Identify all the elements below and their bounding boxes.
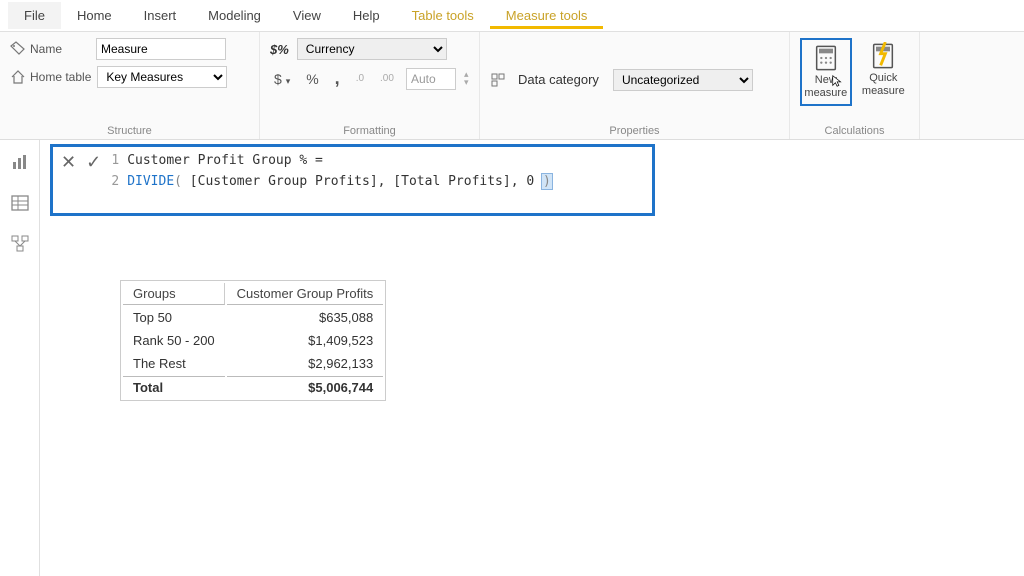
new-measure-button[interactable]: New measure <box>800 38 852 106</box>
tab-home[interactable]: Home <box>61 2 128 29</box>
report-view-icon[interactable] <box>10 152 30 175</box>
cursor-icon <box>831 74 845 88</box>
model-view-icon[interactable] <box>10 234 30 257</box>
ribbon-tab-strip: File Home Insert Modeling View Help Tabl… <box>0 0 1024 32</box>
table-row[interactable]: Top 50$635,088 <box>123 307 383 328</box>
format-select[interactable]: Currency <box>297 38 447 60</box>
home-icon <box>10 69 26 85</box>
name-input[interactable] <box>96 38 226 60</box>
table-total-row: Total$5,006,744 <box>123 376 383 398</box>
decimal-decrease-button[interactable]: .0 <box>352 71 368 86</box>
format-prefix-label: $% <box>270 42 289 57</box>
comma-button[interactable]: , <box>331 66 344 91</box>
cell-value: $635,088 <box>227 307 384 328</box>
home-table-label: Home table <box>10 69 91 85</box>
home-table-select[interactable]: Key Measures <box>97 66 227 88</box>
decimal-places-input[interactable] <box>406 68 456 90</box>
total-value: $5,006,744 <box>227 376 384 398</box>
group-formatting-label: Formatting <box>270 121 469 137</box>
formula-line-2: DIVIDE( [Customer Group Profits], [Total… <box>127 172 552 193</box>
formula-cancel-button[interactable]: ✕ <box>61 153 76 171</box>
name-label: Name <box>10 41 90 57</box>
cell-value: $2,962,133 <box>227 353 384 374</box>
tab-file[interactable]: File <box>8 2 61 29</box>
tab-view[interactable]: View <box>277 2 337 29</box>
result-table[interactable]: Groups Customer Group Profits Top 50$635… <box>120 280 386 401</box>
formula-editor[interactable]: 1 Customer Profit Group % = 2 DIVIDE( [C… <box>109 151 646 193</box>
table-body: Top 50$635,088Rank 50 - 200$1,409,523The… <box>123 307 383 398</box>
line-number: 2 <box>109 172 127 193</box>
data-category-label: Data category <box>518 72 599 87</box>
data-view-icon[interactable] <box>10 193 30 216</box>
line-number: 1 <box>109 151 127 172</box>
tag-icon <box>10 41 26 57</box>
formula-bar[interactable]: ✕ ✓ 1 Customer Profit Group % = 2 DIVIDE… <box>50 144 655 216</box>
group-calculations-label: Calculations <box>800 121 909 137</box>
percent-button[interactable]: % <box>302 69 322 89</box>
cell-group: Rank 50 - 200 <box>123 330 225 351</box>
category-icon <box>490 72 506 88</box>
stepper-icon[interactable]: ▴▾ <box>464 71 469 85</box>
group-structure-label: Structure <box>10 121 249 137</box>
view-rail <box>0 140 40 576</box>
tab-insert[interactable]: Insert <box>128 2 193 29</box>
col-profits[interactable]: Customer Group Profits <box>227 283 384 305</box>
tab-table-tools[interactable]: Table tools <box>396 2 490 29</box>
table-row[interactable]: Rank 50 - 200$1,409,523 <box>123 330 383 351</box>
currency-button[interactable]: $ ▾ <box>270 69 294 89</box>
ribbon: Name Home table Key Measures Structure $… <box>0 32 1024 140</box>
calculator-icon <box>812 44 840 72</box>
group-properties-label: Properties <box>490 121 779 137</box>
cell-group: The Rest <box>123 353 225 374</box>
col-groups[interactable]: Groups <box>123 283 225 305</box>
tab-help[interactable]: Help <box>337 2 396 29</box>
cell-value: $1,409,523 <box>227 330 384 351</box>
tab-measure-tools[interactable]: Measure tools <box>490 2 604 29</box>
decimal-increase-button[interactable]: .00 <box>376 71 398 86</box>
formula-commit-button[interactable]: ✓ <box>86 153 101 171</box>
table-row[interactable]: The Rest$2,962,133 <box>123 353 383 374</box>
formula-line-1: Customer Profit Group % = <box>127 151 323 172</box>
canvas: ✕ ✓ 1 Customer Profit Group % = 2 DIVIDE… <box>40 140 1024 576</box>
data-category-select[interactable]: Uncategorized <box>613 69 753 91</box>
tab-modeling[interactable]: Modeling <box>192 2 277 29</box>
quick-measure-button[interactable]: Quick measure <box>858 38 909 102</box>
quick-calculator-icon <box>869 42 897 70</box>
cell-group: Top 50 <box>123 307 225 328</box>
total-label: Total <box>123 376 225 398</box>
